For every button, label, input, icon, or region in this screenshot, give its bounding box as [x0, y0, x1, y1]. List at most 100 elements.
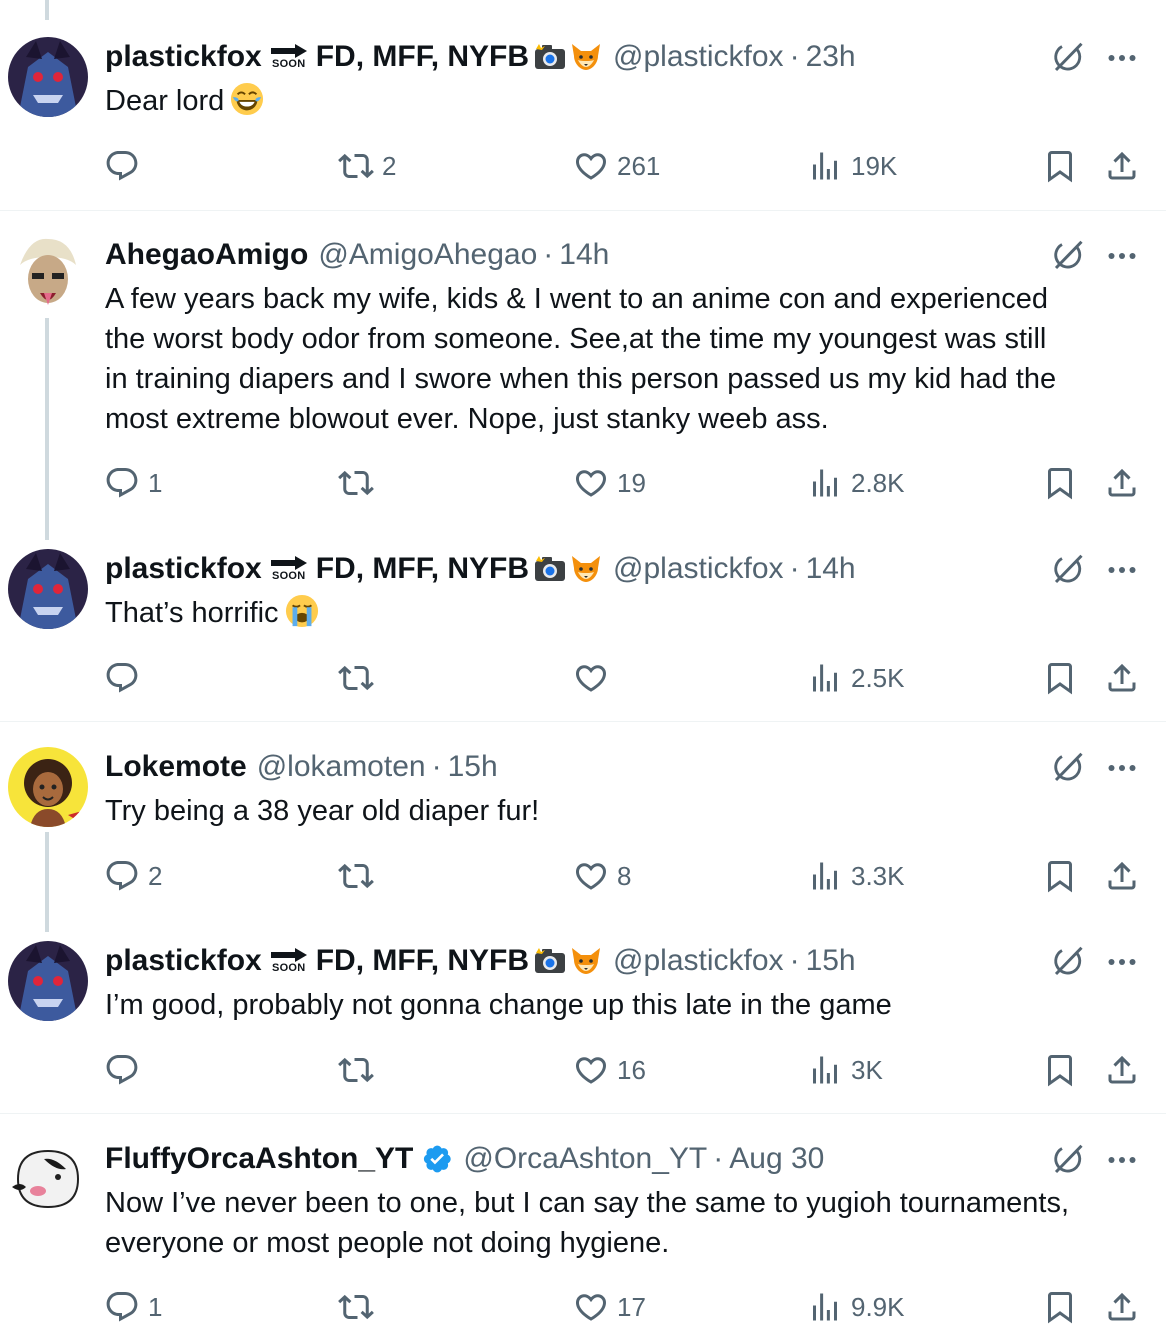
share-button[interactable]	[1104, 656, 1140, 700]
views-button[interactable]: 19K	[807, 144, 897, 188]
handle[interactable]: @plastickfox	[613, 37, 784, 77]
views-button[interactable]: 2.5K	[807, 656, 905, 700]
handle[interactable]: @AmigoAhegao	[318, 235, 537, 275]
soon-label: SOON	[271, 58, 306, 70]
arrow-icon	[271, 556, 307, 570]
reply-button[interactable]	[104, 1048, 148, 1092]
bookmark-button[interactable]	[1042, 461, 1078, 505]
reply-button[interactable]: 1	[104, 1285, 162, 1329]
retweet-button[interactable]	[338, 656, 382, 700]
bookmark-button[interactable]	[1042, 1048, 1078, 1092]
action-bar: 1 19 2.8K	[0, 461, 1166, 505]
more-icon[interactable]	[1104, 552, 1140, 588]
timestamp[interactable]: Aug 30	[729, 1139, 824, 1179]
divider	[0, 1113, 1166, 1114]
avatar[interactable]	[8, 235, 88, 315]
retweet-button[interactable]	[338, 1285, 382, 1329]
tweet-header: plastickfox SOON FD, MFF, NYFB @plastick…	[105, 549, 856, 589]
views-button[interactable]: 3.3K	[807, 854, 905, 898]
display-name-suffix[interactable]: FD, MFF, NYFB	[316, 549, 529, 589]
share-button[interactable]	[1104, 1048, 1140, 1092]
retweet-button[interactable]	[338, 854, 382, 898]
avatar[interactable]	[8, 1139, 88, 1219]
handle[interactable]: @OrcaAshton_YT	[463, 1139, 707, 1179]
fox-emoji-icon	[569, 946, 603, 976]
timestamp[interactable]: 23h	[806, 37, 856, 77]
display-name[interactable]: plastickfox	[105, 549, 262, 589]
tweet-text-line: everyone or most people not doing hygien…	[105, 1227, 670, 1259]
heart-icon	[573, 148, 609, 184]
like-button[interactable]: 261	[573, 144, 660, 188]
retweet-icon	[338, 148, 374, 184]
grok-icon[interactable]	[1050, 1142, 1086, 1178]
like-button[interactable]: 17	[573, 1285, 646, 1329]
grok-icon[interactable]	[1050, 40, 1086, 76]
share-button[interactable]	[1104, 144, 1140, 188]
views-button[interactable]: 2.8K	[807, 461, 905, 505]
views-icon	[807, 148, 843, 184]
views-button[interactable]: 9.9K	[807, 1285, 905, 1329]
display-name[interactable]: FluffyOrcaAshton_YT	[105, 1139, 413, 1179]
bookmark-icon	[1042, 148, 1078, 184]
handle[interactable]: @lokamoten	[257, 747, 426, 787]
verified-badge-icon[interactable]	[421, 1143, 453, 1175]
retweet-button[interactable]: 2	[338, 144, 396, 188]
like-button[interactable]: 19	[573, 461, 646, 505]
retweet-count: 2	[382, 150, 397, 181]
tweet[interactable]: FluffyOrcaAshton_YT @OrcaAshton_YT · Aug…	[0, 0, 1166, 10]
bookmark-button[interactable]	[1042, 144, 1078, 188]
views-button[interactable]: 3K	[807, 1048, 883, 1092]
views-icon	[807, 1289, 843, 1325]
display-name-suffix[interactable]: FD, MFF, NYFB	[316, 941, 529, 981]
avatar[interactable]	[8, 549, 88, 629]
timestamp[interactable]: 14h	[559, 235, 609, 275]
handle[interactable]: @plastickfox	[613, 549, 784, 589]
reply-count: 2	[148, 860, 163, 891]
like-button[interactable]	[573, 656, 617, 700]
grok-icon[interactable]	[1050, 944, 1086, 980]
bookmark-button[interactable]	[1042, 1285, 1078, 1329]
more-icon[interactable]	[1104, 238, 1140, 274]
reply-button[interactable]	[104, 144, 148, 188]
grok-icon[interactable]	[1050, 552, 1086, 588]
avatar[interactable]	[8, 941, 88, 1021]
display-name[interactable]: plastickfox	[105, 941, 262, 981]
display-name[interactable]: plastickfox	[105, 37, 262, 77]
share-button[interactable]	[1104, 461, 1140, 505]
soon-badge: SOON	[270, 556, 308, 582]
timestamp[interactable]: 15h	[448, 747, 498, 787]
tweet-text-line: Now I’ve never been to one, but I can sa…	[105, 1187, 1070, 1219]
handle[interactable]: @plastickfox	[613, 941, 784, 981]
like-count: 261	[617, 150, 661, 181]
bookmark-button[interactable]	[1042, 854, 1078, 898]
separator-dot: ·	[789, 40, 800, 73]
more-icon[interactable]	[1104, 750, 1140, 786]
share-button[interactable]	[1104, 1285, 1140, 1329]
share-button[interactable]	[1104, 854, 1140, 898]
avatar[interactable]	[8, 37, 88, 117]
tweet[interactable]: plastickfox SOON FD, MFF, NYFB @plastick…	[0, 0, 1166, 210]
reply-button[interactable]	[104, 656, 148, 700]
display-name[interactable]: Lokemote	[105, 747, 247, 787]
like-button[interactable]: 16	[573, 1048, 646, 1092]
grok-icon[interactable]	[1050, 238, 1086, 274]
display-name[interactable]: AhegaoAmigo	[105, 235, 308, 275]
retweet-button[interactable]	[338, 1048, 382, 1092]
reply-button[interactable]: 1	[104, 461, 162, 505]
reply-button[interactable]: 2	[104, 854, 162, 898]
display-name-suffix[interactable]: FD, MFF, NYFB	[316, 37, 529, 77]
timestamp[interactable]: 15h	[806, 941, 856, 981]
action-bar: 2 261 19K	[0, 144, 1166, 188]
views-icon	[807, 660, 843, 696]
like-button[interactable]: 8	[573, 854, 631, 898]
retweet-button[interactable]	[338, 461, 382, 505]
more-icon[interactable]	[1104, 944, 1140, 980]
more-icon[interactable]	[1104, 40, 1140, 76]
fox-emoji-icon	[569, 42, 603, 72]
bookmark-button[interactable]	[1042, 656, 1078, 700]
bookmark-icon	[1042, 660, 1078, 696]
grok-icon[interactable]	[1050, 750, 1086, 786]
avatar[interactable]	[8, 747, 88, 827]
more-icon[interactable]	[1104, 1142, 1140, 1178]
timestamp[interactable]: 14h	[806, 549, 856, 589]
